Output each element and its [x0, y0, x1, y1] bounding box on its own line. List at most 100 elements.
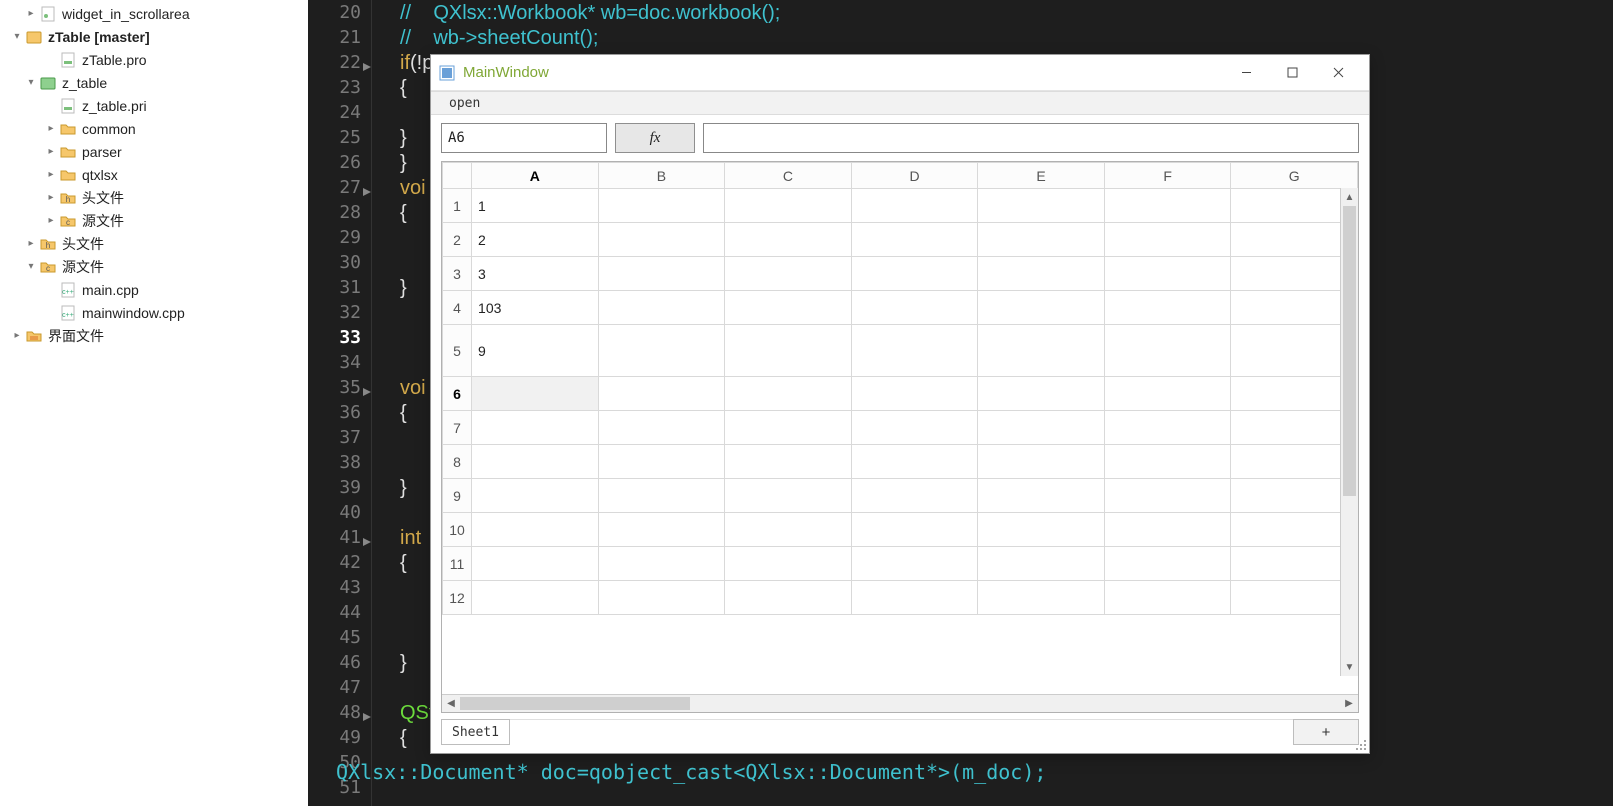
cell[interactable]	[1231, 445, 1358, 479]
fx-button[interactable]: fx	[615, 123, 695, 153]
cell[interactable]	[851, 377, 978, 411]
cell[interactable]	[1231, 581, 1358, 615]
cell[interactable]	[978, 581, 1105, 615]
cell[interactable]	[598, 189, 725, 223]
cell[interactable]	[978, 291, 1105, 325]
tree-item[interactable]: z_table.pri	[0, 94, 308, 117]
cell[interactable]	[851, 189, 978, 223]
cell[interactable]	[472, 547, 599, 581]
tree-item[interactable]: ▸widget_in_scrollarea	[0, 2, 308, 25]
scroll-down-icon[interactable]: ▼	[1341, 658, 1358, 676]
tree-item[interactable]: ▾c源文件	[0, 255, 308, 278]
expand-icon[interactable]: ▸	[44, 215, 58, 226]
row-header[interactable]: 2	[443, 223, 472, 257]
cell[interactable]	[598, 445, 725, 479]
column-header[interactable]: A	[472, 163, 599, 189]
cell[interactable]	[851, 291, 978, 325]
scroll-left-icon[interactable]: ◀	[442, 698, 460, 709]
cell[interactable]	[851, 581, 978, 615]
cell[interactable]	[1104, 479, 1231, 513]
expand-icon[interactable]: ▸	[44, 169, 58, 180]
menu-open[interactable]: open	[449, 96, 480, 111]
cell[interactable]	[598, 581, 725, 615]
code-line[interactable]: // wb->sheetCount();	[372, 25, 1613, 50]
cell[interactable]	[978, 547, 1105, 581]
row-header[interactable]: 11	[443, 547, 472, 581]
cell[interactable]	[978, 411, 1105, 445]
row-header[interactable]: 3	[443, 257, 472, 291]
cell[interactable]	[472, 581, 599, 615]
tree-item[interactable]: ▸common	[0, 117, 308, 140]
cell[interactable]	[1231, 223, 1358, 257]
cell[interactable]	[725, 411, 852, 445]
titlebar[interactable]: MainWindow	[431, 55, 1369, 91]
tree-item[interactable]: c++main.cpp	[0, 278, 308, 301]
cell[interactable]	[978, 513, 1105, 547]
minimize-button[interactable]	[1223, 58, 1269, 88]
cell[interactable]	[1231, 547, 1358, 581]
cell[interactable]	[851, 223, 978, 257]
cell[interactable]	[725, 377, 852, 411]
cell[interactable]	[1104, 257, 1231, 291]
cell[interactable]	[725, 189, 852, 223]
cell[interactable]	[1231, 189, 1358, 223]
cell[interactable]	[978, 445, 1105, 479]
row-header[interactable]: 4	[443, 291, 472, 325]
vertical-scrollbar[interactable]: ▲ ▼	[1340, 188, 1358, 676]
formula-input[interactable]	[703, 123, 1359, 153]
row-header[interactable]: 12	[443, 581, 472, 615]
cell[interactable]	[1231, 325, 1358, 377]
tree-item[interactable]: ▾zTable [master]	[0, 25, 308, 48]
tree-item[interactable]: ▸界面文件	[0, 324, 308, 347]
expand-icon[interactable]: ▸	[24, 238, 38, 249]
cell[interactable]: 3	[472, 257, 599, 291]
tree-item[interactable]: c++mainwindow.cpp	[0, 301, 308, 324]
close-button[interactable]	[1315, 58, 1361, 88]
cell[interactable]	[725, 445, 852, 479]
cell[interactable]	[978, 377, 1105, 411]
cell[interactable]	[472, 411, 599, 445]
expand-icon[interactable]: ▸	[44, 123, 58, 134]
project-tree[interactable]: ▸widget_in_scrollarea▾zTable [master]zTa…	[0, 0, 308, 349]
cell[interactable]	[1104, 513, 1231, 547]
cell[interactable]	[472, 445, 599, 479]
cell[interactable]	[472, 377, 599, 411]
cell[interactable]	[1104, 325, 1231, 377]
cell[interactable]	[1231, 377, 1358, 411]
cell[interactable]	[1104, 223, 1231, 257]
cell[interactable]	[1231, 411, 1358, 445]
sheet-tab[interactable]: Sheet1	[441, 719, 510, 745]
tree-item[interactable]: ▸h头文件	[0, 232, 308, 255]
expand-icon[interactable]: ▸	[44, 146, 58, 157]
tree-item[interactable]: ▸h头文件	[0, 186, 308, 209]
expand-icon[interactable]: ▾	[10, 31, 24, 42]
cell[interactable]	[978, 189, 1105, 223]
scroll-right-icon[interactable]: ▶	[1340, 698, 1358, 709]
cell[interactable]	[851, 325, 978, 377]
cell[interactable]	[598, 377, 725, 411]
tree-item[interactable]: ▾z_table	[0, 71, 308, 94]
expand-icon[interactable]: ▸	[10, 330, 24, 341]
cell[interactable]: 1	[472, 189, 599, 223]
column-header[interactable]: G	[1231, 163, 1358, 189]
cell[interactable]	[725, 581, 852, 615]
row-header[interactable]: 8	[443, 445, 472, 479]
cell[interactable]	[598, 513, 725, 547]
cell[interactable]	[851, 257, 978, 291]
tree-item[interactable]: ▸qtxlsx	[0, 163, 308, 186]
cell[interactable]: 2	[472, 223, 599, 257]
column-header[interactable]: C	[725, 163, 852, 189]
expand-icon[interactable]: ▾	[24, 261, 38, 272]
cell[interactable]	[725, 223, 852, 257]
column-header[interactable]: B	[598, 163, 725, 189]
row-header[interactable]: 6	[443, 377, 472, 411]
cell[interactable]	[1104, 411, 1231, 445]
cell[interactable]	[598, 291, 725, 325]
horizontal-scrollbar[interactable]: ◀ ▶	[442, 694, 1358, 712]
cell[interactable]	[598, 479, 725, 513]
row-header[interactable]: 10	[443, 513, 472, 547]
column-header[interactable]: F	[1104, 163, 1231, 189]
cell[interactable]	[725, 325, 852, 377]
cell[interactable]	[1104, 445, 1231, 479]
column-header[interactable]: E	[978, 163, 1105, 189]
